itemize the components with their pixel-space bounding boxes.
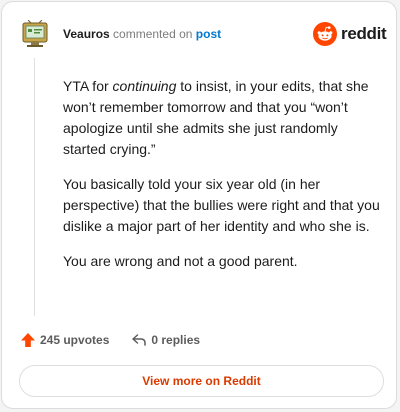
computer-avatar-icon [22,19,48,47]
comment-header: Veauros commented on post [63,27,221,41]
view-more-button[interactable]: View more on Reddit [19,365,384,397]
comment-paragraph-3: You are wrong and not a good parent. [63,253,298,269]
reply-arrow-icon [132,334,147,346]
comment-footer: 245 upvotes 0 replies [20,332,200,348]
reply-count: 0 replies [151,333,201,347]
reddit-wordmark: reddit [341,24,387,43]
post-link[interactable]: post [196,27,221,41]
username-link[interactable]: Veauros [63,27,110,41]
user-avatar[interactable] [22,19,48,48]
comment-paragraph-1: YTA for continuing to insist, in your ed… [63,76,381,160]
comment-text: YTA for [63,78,113,94]
thread-line [34,58,35,316]
comment-paragraph-2: You basically told your six year old (in… [63,176,380,234]
replies-button[interactable]: 0 replies [131,332,200,348]
reddit-snoo-icon [313,22,337,46]
reddit-logo[interactable]: reddit [313,22,387,46]
comment-body: YTA for continuing to insist, in your ed… [63,76,381,286]
upvote-button[interactable]: 245 upvotes [20,332,109,348]
upvote-count: 245 upvotes [40,333,110,347]
upvote-arrow-icon [21,333,35,347]
comment-card: Veauros commented on post reddit YTA for… [1,1,397,409]
action-text: commented on [113,27,193,41]
comment-emphasis: continuing [112,78,177,94]
